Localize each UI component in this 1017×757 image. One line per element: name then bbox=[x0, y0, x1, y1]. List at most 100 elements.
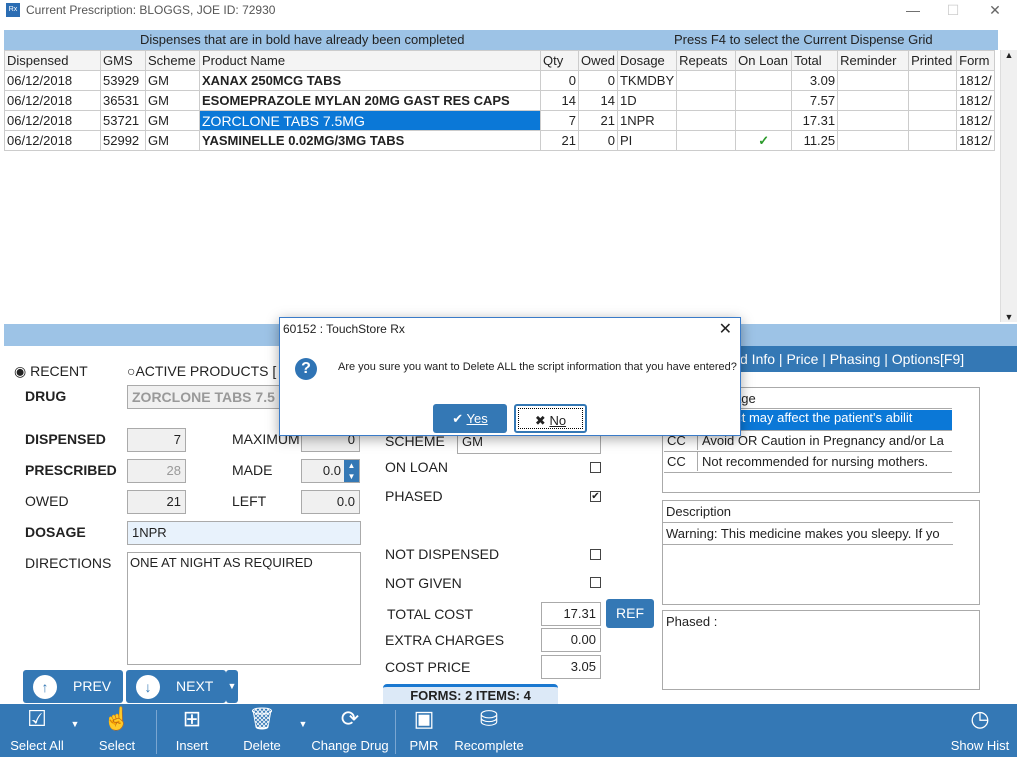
grid-header: Dispenses that are in bold have already … bbox=[4, 30, 998, 50]
col-reminder[interactable]: Reminder bbox=[837, 50, 910, 71]
arrow-down-icon: ↓ bbox=[136, 675, 160, 699]
phased-checkbox[interactable]: ✔ bbox=[590, 491, 601, 502]
select-label: Select bbox=[98, 738, 136, 753]
cell-gms: 53929 bbox=[100, 70, 146, 91]
minimize-icon[interactable]: — bbox=[893, 0, 933, 22]
dialog-close-icon[interactable]: ✕ bbox=[719, 319, 732, 339]
cell-scheme: GM bbox=[145, 110, 200, 131]
tab-phasing[interactable]: Phasing bbox=[830, 351, 881, 367]
col-qty[interactable]: Qty bbox=[540, 50, 579, 71]
table-row[interactable]: 06/12/2018 53721 GM ZORCLONE TABS 7.5MG 7 21 1… bbox=[4, 110, 996, 131]
recomplete-label: Recomplete bbox=[454, 738, 524, 753]
cell-product: YASMINELLE 0.02MG/3MG TABS bbox=[199, 130, 541, 151]
next-dropdown[interactable]: ▼ bbox=[226, 670, 238, 703]
col-dosage[interactable]: Dosage bbox=[616, 50, 678, 71]
history-clock-icon: ◷ bbox=[970, 706, 990, 731]
tab-price[interactable]: Price bbox=[786, 351, 818, 367]
show-hist-button[interactable]: ◷ Show Hist bbox=[946, 704, 1014, 757]
col-on-loan[interactable]: On Loan bbox=[735, 50, 793, 71]
radio-recent[interactable]: ◉ RECENT bbox=[14, 363, 88, 380]
no-button[interactable]: ✖ No bbox=[514, 404, 587, 433]
made-label: MADE bbox=[232, 462, 273, 478]
table-row[interactable]: 06/12/2018 36531 GM ESOMEPRAZOLE MYLAN 20MG… bbox=[4, 90, 996, 111]
pmr-button[interactable]: ▣ PMR bbox=[404, 704, 444, 757]
dosage-field[interactable]: 1NPR bbox=[127, 521, 361, 545]
drug-label: DRUG bbox=[25, 388, 67, 404]
grid-scrollbar[interactable]: ▲ ▼ bbox=[1000, 50, 1017, 322]
cell-gms: 36531 bbox=[100, 90, 146, 111]
cell-reminder bbox=[837, 70, 910, 91]
close-icon[interactable]: ✕ bbox=[975, 0, 1015, 22]
warning-row[interactable]: CC Not recommended for nursing mothers. bbox=[664, 452, 952, 473]
extra-charges-field[interactable]: 0.00 bbox=[541, 628, 601, 652]
cell-form: 1812/ bbox=[956, 110, 996, 131]
prescribed-label: PRESCRIBED bbox=[25, 462, 117, 478]
on-loan-label: ON LOAN bbox=[385, 459, 449, 475]
col-product[interactable]: Product Name bbox=[199, 50, 541, 71]
col-scheme[interactable]: Scheme bbox=[145, 50, 200, 71]
yes-label: Yes bbox=[466, 411, 488, 426]
prev-button[interactable]: ↑ PREV bbox=[23, 670, 123, 703]
recomplete-button[interactable]: ⛁ Recomplete bbox=[452, 704, 526, 757]
col-repeats[interactable]: Repeats bbox=[676, 50, 737, 71]
cell-repeats bbox=[676, 90, 737, 111]
owed-field[interactable]: 21 bbox=[127, 490, 186, 514]
insert-button[interactable]: ⊞ Insert bbox=[170, 704, 214, 757]
yes-button[interactable]: ✔ Yes bbox=[433, 404, 507, 433]
scroll-down-icon[interactable]: ▼ bbox=[1001, 312, 1017, 322]
delete-button[interactable]: 🗑 Delete bbox=[238, 704, 286, 757]
dispensed-field[interactable]: 7 bbox=[127, 428, 186, 452]
delete-dropdown[interactable]: ▼ bbox=[296, 704, 310, 757]
cell-reminder bbox=[837, 90, 910, 111]
col-form[interactable]: Form bbox=[956, 50, 996, 71]
arrow-up-icon: ↑ bbox=[33, 675, 57, 699]
cell-repeats bbox=[676, 130, 737, 151]
total-cost-field[interactable]: 17.31 bbox=[541, 602, 601, 626]
scroll-up-icon[interactable]: ▲ bbox=[1001, 50, 1017, 60]
directions-field[interactable]: ONE AT NIGHT AS REQUIRED bbox=[127, 552, 361, 665]
left-field[interactable]: 0.0 bbox=[301, 490, 360, 514]
active-products-label: ACTIVE PRODUCTS [ bbox=[135, 363, 277, 379]
not-dispensed-checkbox[interactable] bbox=[590, 549, 601, 560]
extra-charges-label: EXTRA CHARGES bbox=[385, 632, 505, 648]
dispense-grid[interactable]: Dispensed GMS Scheme Product Name Qty Ow… bbox=[4, 50, 996, 151]
maximize-icon[interactable]: ☐ bbox=[933, 0, 973, 22]
cell-qty: 14 bbox=[540, 90, 579, 111]
cell-scheme: GM bbox=[145, 130, 200, 151]
cell-reminder bbox=[837, 110, 910, 131]
col-printed[interactable]: Printed bbox=[908, 50, 958, 71]
col-gms[interactable]: GMS bbox=[100, 50, 146, 71]
show-hist-label: Show Hist bbox=[950, 738, 1010, 753]
select-all-button[interactable]: ☑ Select All bbox=[4, 704, 70, 757]
made-spinner[interactable]: ▲ ▼ bbox=[344, 460, 359, 482]
change-drug-button[interactable]: ⟳ Change Drug bbox=[310, 704, 390, 757]
dispensed-label: DISPENSED bbox=[25, 431, 106, 447]
total-cost-label: TOTAL COST bbox=[387, 606, 474, 622]
ref-button[interactable]: REF bbox=[606, 599, 654, 628]
cell-printed bbox=[908, 90, 958, 111]
cell-on-loan bbox=[735, 70, 793, 91]
table-row[interactable]: 06/12/2018 52992 GM YASMINELLE 0.02MG/3MG T… bbox=[4, 130, 996, 151]
next-button[interactable]: ↓ NEXT bbox=[126, 670, 226, 703]
col-owed[interactable]: Owed bbox=[578, 50, 618, 71]
drug-field[interactable]: ZORCLONE TABS 7.5 bbox=[127, 385, 287, 409]
cell-owed: 0 bbox=[578, 70, 618, 91]
select-all-dropdown[interactable]: ▼ bbox=[68, 704, 82, 757]
cell-scheme: GM bbox=[145, 70, 200, 91]
cell-gms: 53721 bbox=[100, 110, 146, 131]
tab-info[interactable]: d Info bbox=[740, 351, 775, 367]
cost-price-field[interactable]: 3.05 bbox=[541, 655, 601, 679]
table-row[interactable]: 06/12/2018 53929 GM XANAX 250MCG TABS 0 0 TKMD… bbox=[4, 70, 996, 91]
not-given-checkbox[interactable] bbox=[590, 577, 601, 588]
cell-owed: 0 bbox=[578, 130, 618, 151]
tab-options[interactable]: Options[F9] bbox=[892, 351, 964, 367]
prescribed-field[interactable]: 28 bbox=[127, 459, 186, 483]
col-dispensed[interactable]: Dispensed bbox=[4, 50, 101, 71]
select-button[interactable]: ☝ Select bbox=[92, 704, 142, 757]
radio-active-products[interactable]: ○ACTIVE PRODUCTS [ bbox=[127, 363, 276, 379]
cell-qty: 21 bbox=[540, 130, 579, 151]
col-total[interactable]: Total bbox=[791, 50, 839, 71]
cell-form: 1812/ bbox=[956, 70, 996, 91]
forms-items-tab[interactable]: FORMS: 2 ITEMS: 4 bbox=[383, 684, 558, 704]
on-loan-checkbox[interactable] bbox=[590, 462, 601, 473]
